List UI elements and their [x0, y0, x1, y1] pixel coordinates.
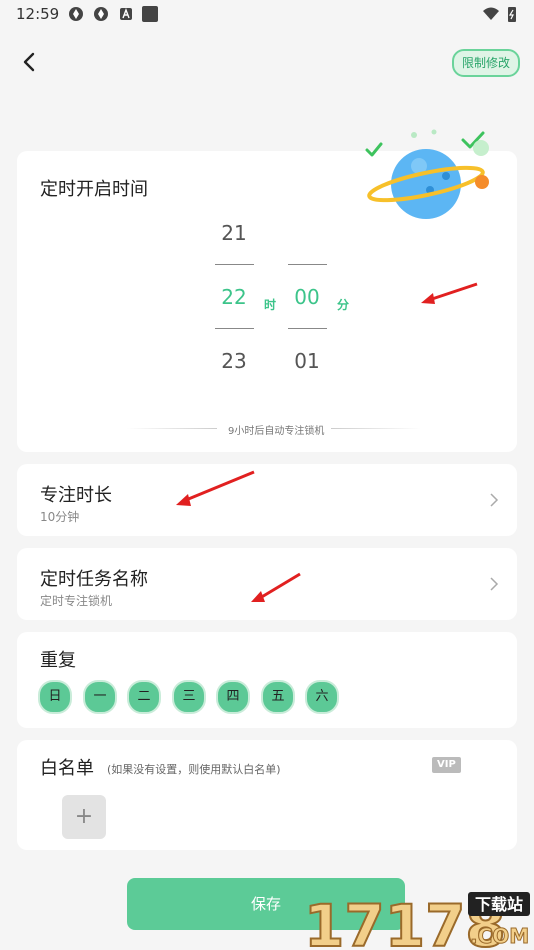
duration-title: 专注时长 [40, 485, 112, 506]
back-arrow-icon[interactable] [16, 48, 44, 76]
task-name-value: 定时专注锁机 [40, 594, 113, 608]
timer-title: 定时开启时间 [40, 179, 148, 200]
minute-unit-label: 分 [337, 298, 350, 312]
hint-line-right [331, 428, 421, 429]
watermark-label: 下载站 [475, 895, 523, 914]
day-wednesday[interactable]: 三 [172, 680, 206, 714]
red-arrow-icon [421, 282, 478, 304]
watermark-domain: .COM [470, 924, 529, 948]
vip-badge: VIP [432, 757, 461, 773]
whitelist-card: 白名单 (如果没有设置，则使用默认白名单) VIP + [17, 740, 517, 850]
red-arrow-icon [176, 470, 255, 506]
battery-icon [508, 7, 516, 22]
hint-line-left [127, 428, 217, 429]
day-thursday[interactable]: 四 [216, 680, 250, 714]
limit-modify-button[interactable]: 限制修改 [451, 49, 520, 77]
day-friday[interactable]: 五 [261, 680, 295, 714]
app-bar: 限制修改 [0, 40, 534, 84]
minute-bottom-divider [288, 328, 327, 329]
day-tuesday[interactable]: 二 [127, 680, 161, 714]
sync-icon-2 [94, 7, 108, 21]
minute-selected[interactable]: 00 [287, 285, 327, 309]
hour-unit-label: 时 [264, 298, 277, 312]
status-time: 12:59 [16, 5, 60, 23]
task-name-title: 定时任务名称 [40, 569, 148, 590]
hour-prev[interactable]: 21 [214, 221, 254, 245]
day-saturday[interactable]: 六 [305, 680, 339, 714]
hour-next[interactable]: 23 [214, 349, 254, 373]
chevron-right-icon [490, 577, 499, 591]
whitelist-title: 白名单 [40, 758, 94, 779]
duration-card[interactable]: 专注时长 10分钟 [17, 464, 517, 536]
wifi-icon [483, 7, 499, 20]
day-sunday[interactable]: 日 [38, 680, 72, 714]
chevron-right-icon [490, 493, 499, 507]
duration-value: 10分钟 [40, 510, 80, 524]
minute-top-divider [288, 264, 327, 265]
auto-lock-hint: 9小时后自动专注锁机 [228, 426, 325, 437]
repeat-title: 重复 [40, 650, 76, 671]
repeat-card: 重复 日 一 二 三 四 五 六 [17, 632, 517, 728]
hour-bottom-divider [215, 328, 254, 329]
minute-next[interactable]: 01 [287, 349, 327, 373]
planet-illustration-icon [365, 129, 489, 219]
hour-selected[interactable]: 22 [214, 285, 254, 309]
square-icon [142, 6, 158, 22]
status-bar: 12:59 [0, 0, 534, 28]
sync-icon [69, 7, 83, 21]
day-monday[interactable]: 一 [83, 680, 117, 714]
a-icon [120, 8, 132, 20]
whitelist-note: (如果没有设置，则使用默认白名单) [107, 763, 281, 776]
add-whitelist-button[interactable]: + [62, 795, 106, 839]
watermark-logo: 17178 下载站 .COM [303, 891, 530, 950]
hour-top-divider [215, 264, 254, 265]
red-arrow-icon [251, 572, 301, 602]
